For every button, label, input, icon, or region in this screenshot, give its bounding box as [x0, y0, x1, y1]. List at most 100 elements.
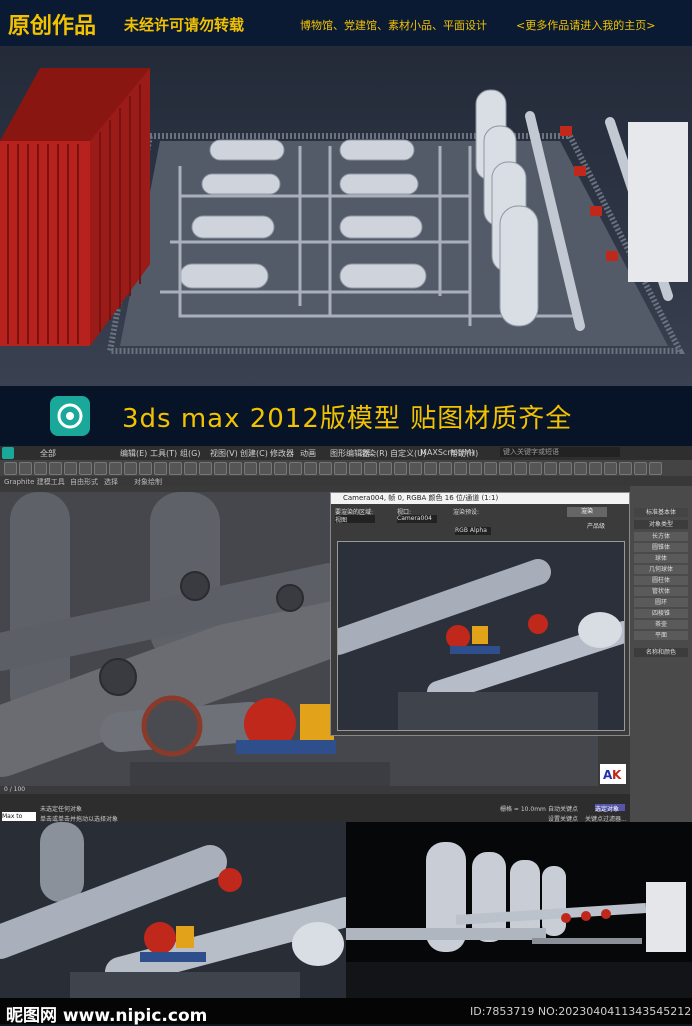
- toolbar-button[interactable]: [199, 462, 212, 475]
- tab-graphite[interactable]: Graphite 建模工具: [4, 477, 65, 487]
- toolbar-button[interactable]: [64, 462, 77, 475]
- primitive-button[interactable]: 四棱锥: [634, 609, 688, 618]
- toolbar-button[interactable]: [79, 462, 92, 475]
- toolbar-button[interactable]: [439, 462, 452, 475]
- toolbar-button[interactable]: [109, 462, 122, 475]
- toolbar-button[interactable]: [154, 462, 167, 475]
- select-filter[interactable]: 全部: [40, 448, 56, 459]
- toolbar-button[interactable]: [94, 462, 107, 475]
- script-listener[interactable]: Max to Physx: [2, 812, 36, 821]
- toolbar-button[interactable]: [349, 462, 362, 475]
- time-slider[interactable]: [0, 786, 630, 794]
- selected-dropdown[interactable]: 选定对象: [595, 804, 625, 813]
- version-headline: 3ds max 2012版模型 贴图材质齐全: [122, 404, 573, 434]
- toolbar-button[interactable]: [469, 462, 482, 475]
- toolbar-button[interactable]: [544, 462, 557, 475]
- key-filter-button[interactable]: 关键点过滤器...: [585, 814, 627, 822]
- toolbar-button[interactable]: [409, 462, 422, 475]
- tab-selection[interactable]: 选择: [104, 477, 118, 487]
- render-button[interactable]: 渲染: [567, 507, 607, 517]
- primitive-button[interactable]: 长方体: [634, 532, 688, 541]
- toolbar-button[interactable]: [454, 462, 467, 475]
- toolbar-button[interactable]: [289, 462, 302, 475]
- menu-item[interactable]: 创建(C): [240, 448, 268, 459]
- product-level[interactable]: 产品级: [587, 521, 605, 530]
- prompt-line: 单击或单击并拖动以选择对象: [40, 816, 119, 822]
- top-banner: 原创作品 未经许可请勿转载 博物馆、党建馆、素材小品、平面设计 <更多作品请进入…: [0, 0, 692, 46]
- name-color-header[interactable]: 名称和颜色: [634, 648, 688, 657]
- autokey-button[interactable]: 自动关键点: [548, 804, 578, 813]
- toolbar-button[interactable]: [169, 462, 182, 475]
- timeline-status-bar: 0 / 100 Max to Physx 未选定任何对象 单击或单击并拖动以选择…: [0, 786, 630, 822]
- toolbar-button[interactable]: [49, 462, 62, 475]
- menu-item[interactable]: 组(G): [180, 448, 200, 459]
- app-icon[interactable]: [2, 447, 14, 459]
- tab-freeform[interactable]: 自由形式: [70, 477, 98, 487]
- object-type-header[interactable]: 对象类型: [634, 520, 688, 529]
- preset-label: 渲染预设:: [453, 509, 480, 516]
- area-select[interactable]: 视图: [335, 515, 375, 524]
- render-frame-window: Camera004, 帧 0, RGBA 颜色 16 位/通道 (1:1) 要渲…: [330, 492, 630, 736]
- primitive-button[interactable]: 圆环: [634, 598, 688, 607]
- menu-item[interactable]: 动画: [300, 448, 316, 459]
- toolbar-button[interactable]: [124, 462, 137, 475]
- toolbar-button[interactable]: [364, 462, 377, 475]
- toolbar-button[interactable]: [514, 462, 527, 475]
- toolbar-button[interactable]: [4, 462, 17, 475]
- nipic-logo[interactable]: 昵图网 www.nipic.com: [6, 1001, 207, 1026]
- primitive-button[interactable]: 圆柱体: [634, 576, 688, 585]
- toolbar-button[interactable]: [184, 462, 197, 475]
- tab-object-paint[interactable]: 对象绘制: [134, 477, 162, 487]
- toolbar-button[interactable]: [229, 462, 242, 475]
- set-key-button[interactable]: 设置关键点: [548, 814, 578, 822]
- toolbar-button[interactable]: [529, 462, 542, 475]
- primitive-button[interactable]: 几何球体: [634, 565, 688, 574]
- menu-item[interactable]: 渲染(R): [360, 448, 388, 459]
- toolbar-button[interactable]: [304, 462, 317, 475]
- search-input[interactable]: 键入关键字或短语: [500, 447, 620, 457]
- primitive-button[interactable]: 球体: [634, 554, 688, 563]
- frame-counter: 0 / 100: [4, 786, 26, 793]
- viewport-select[interactable]: Camera004: [397, 515, 437, 523]
- primitive-button[interactable]: 平面: [634, 631, 688, 640]
- toolbar-button[interactable]: [499, 462, 512, 475]
- primitive-button[interactable]: 茶壶: [634, 620, 688, 629]
- toolbar-button[interactable]: [619, 462, 632, 475]
- toolbar-button[interactable]: [424, 462, 437, 475]
- menu-item[interactable]: 视图(V): [210, 448, 238, 459]
- svg-text:K: K: [612, 768, 622, 782]
- banner-more-link[interactable]: <更多作品请进入我的主页>: [516, 17, 655, 33]
- toolbar-button[interactable]: [589, 462, 602, 475]
- primitive-button[interactable]: 管状体: [634, 587, 688, 596]
- control-cabinet: [628, 122, 688, 282]
- toolbar-button[interactable]: [484, 462, 497, 475]
- menu-item[interactable]: 修改器: [270, 448, 294, 459]
- toolbar-button[interactable]: [634, 462, 647, 475]
- selection-status: 未选定任何对象: [40, 806, 83, 813]
- toolbar-button[interactable]: [139, 462, 152, 475]
- primitive-button[interactable]: 圆锥体: [634, 543, 688, 552]
- grid-readout: 栅格 = 10.0mm: [500, 806, 546, 813]
- toolbar-button[interactable]: [34, 462, 47, 475]
- toolbar-button[interactable]: [649, 462, 662, 475]
- toolbar-button[interactable]: [259, 462, 272, 475]
- toolbar-button[interactable]: [244, 462, 257, 475]
- toolbar-button[interactable]: [19, 462, 32, 475]
- toolbar-button[interactable]: [574, 462, 587, 475]
- menu-item[interactable]: 工具(T): [150, 448, 177, 459]
- menu-bar: 全部 键入关键字或短语 编辑(E) 工具(T) 组(G) 视图(V) 创建(C) 修改器动…: [0, 446, 692, 460]
- toolbar-button[interactable]: [394, 462, 407, 475]
- toolbar-button[interactable]: [214, 462, 227, 475]
- toolbar-button[interactable]: [379, 462, 392, 475]
- toolbar-button[interactable]: [334, 462, 347, 475]
- standard-primitives-select[interactable]: 标准基本体: [634, 508, 688, 517]
- hero-render-image: [0, 46, 692, 386]
- toolbar-button[interactable]: [604, 462, 617, 475]
- menu-item[interactable]: 帮助(H): [450, 448, 478, 459]
- toolbar-button[interactable]: [319, 462, 332, 475]
- footer-bar: 昵图网 www.nipic.com ID:7853719 NO:20230404…: [0, 998, 692, 1026]
- toolbar-button[interactable]: [274, 462, 287, 475]
- channel-select[interactable]: RGB Alpha: [455, 527, 491, 535]
- toolbar-button[interactable]: [559, 462, 572, 475]
- menu-item[interactable]: 编辑(E): [120, 448, 147, 459]
